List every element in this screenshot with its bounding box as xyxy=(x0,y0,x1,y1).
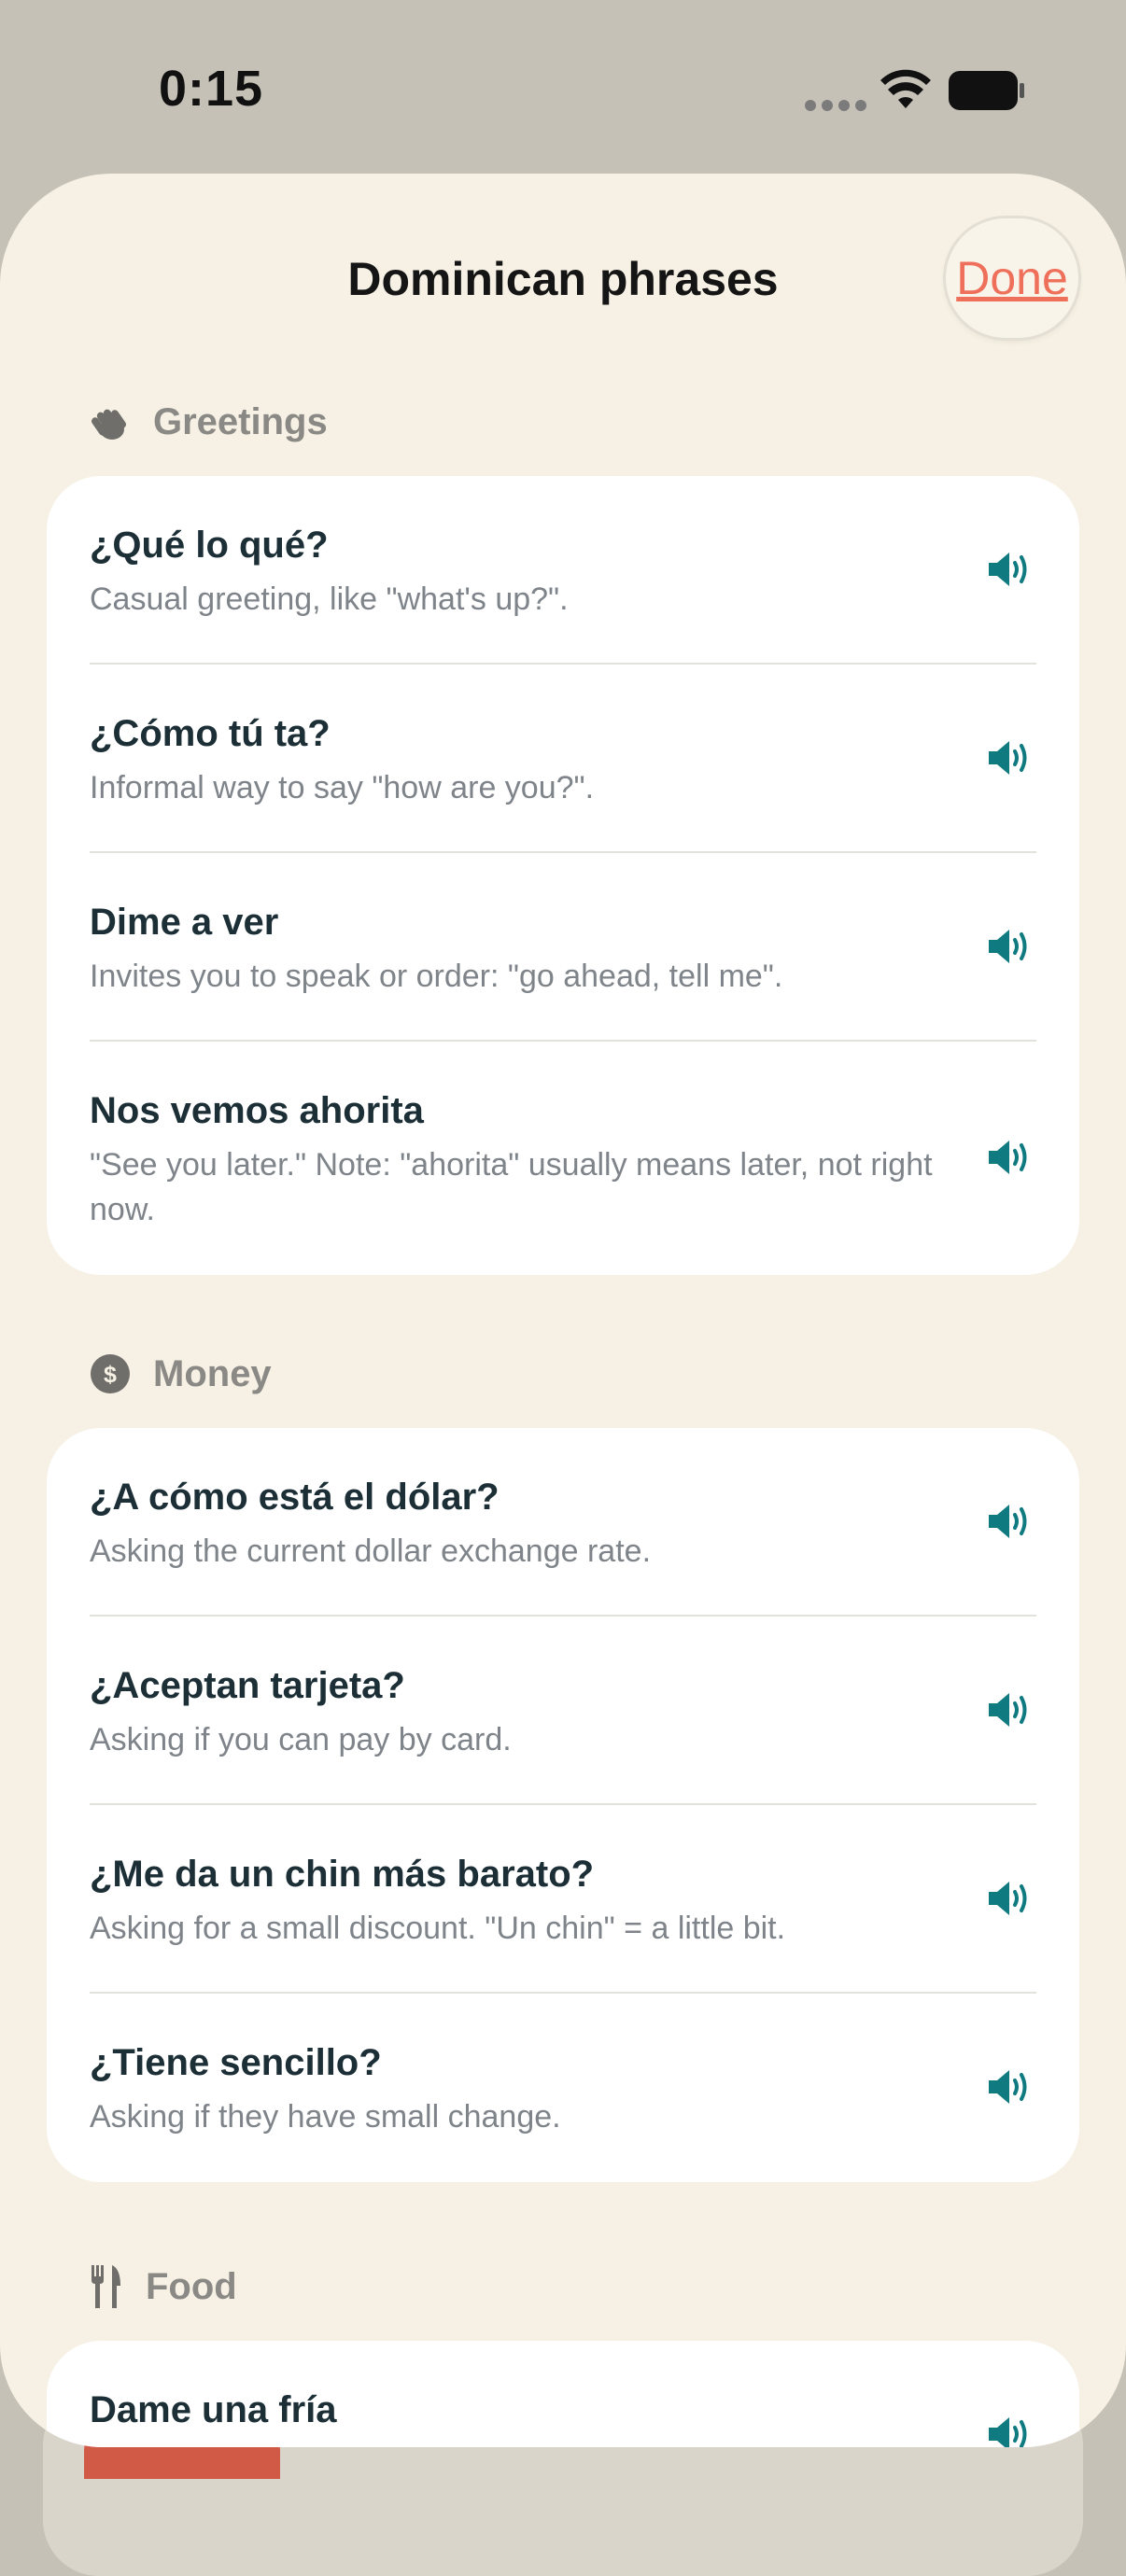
phrases-sheet: Dominican phrases Done Greetings ¿Qué lo… xyxy=(0,174,1126,2447)
play-audio-button[interactable] xyxy=(984,1131,1036,1183)
speaker-icon xyxy=(989,2070,1027,2104)
status-time: 0:15 xyxy=(159,61,264,117)
waving-hand-icon xyxy=(91,409,127,440)
phrase-text: ¿Cómo tú ta? xyxy=(90,713,331,754)
phrase-text: Nos vemos ahorita xyxy=(90,1090,424,1131)
phrase-meaning: Asking if you can pay by card. xyxy=(90,1722,512,1757)
section-title-food: Food xyxy=(146,2265,237,2307)
phrase-row: ¿Tiene sencillo? Asking if they have sma… xyxy=(47,1994,1079,2182)
money-card: ¿A cómo está el dólar? Asking the curren… xyxy=(47,1428,1079,2182)
phrase-row: Nos vemos ahorita "See you later." Note:… xyxy=(47,1042,1079,1275)
play-audio-button[interactable] xyxy=(984,1684,1036,1736)
section-title-greetings: Greetings xyxy=(153,400,328,442)
play-audio-button[interactable] xyxy=(984,920,1036,973)
phrase-text: Dime a ver xyxy=(90,902,279,943)
fork-knife-icon xyxy=(91,2265,120,2308)
phrase-meaning: Casual greeting, like "what's up?". xyxy=(90,581,569,617)
phrase-meaning: Asking for a small discount. "Un chin" =… xyxy=(90,1911,786,1946)
section-header-money: $ Money xyxy=(90,1346,272,1402)
wifi-icon xyxy=(880,69,931,108)
section-header-greetings: Greetings xyxy=(90,394,328,450)
phrase-row: Dame una fría xyxy=(47,2341,1079,2447)
phrase-row: ¿A cómo está el dólar? Asking the curren… xyxy=(47,1428,1079,1617)
food-card: Dame una fría xyxy=(47,2341,1079,2447)
phrase-text: ¿Qué lo qué? xyxy=(90,525,329,566)
play-audio-button[interactable] xyxy=(984,1495,1036,1547)
phrase-text: Dame una fría xyxy=(90,2389,337,2430)
done-button[interactable]: Done xyxy=(946,218,1078,338)
speaker-icon xyxy=(989,1141,1027,1174)
speaker-icon xyxy=(989,741,1027,775)
phrase-row: ¿Me da un chin más barato? Asking for a … xyxy=(47,1805,1079,1994)
speaker-icon xyxy=(989,2417,1027,2447)
phrase-meaning: "See you later." Note: "ahorita" usually… xyxy=(90,1147,933,1227)
phrase-row: ¿Cómo tú ta? Informal way to say "how ar… xyxy=(47,665,1079,853)
phrase-text: ¿Tiene sencillo? xyxy=(90,2042,382,2083)
play-audio-button[interactable] xyxy=(984,732,1036,784)
status-bar: 0:15 xyxy=(0,0,1126,177)
phrase-text: ¿A cómo está el dólar? xyxy=(90,1477,500,1518)
phrase-meaning: Informal way to say "how are you?". xyxy=(90,770,595,805)
phrase-row: ¿Qué lo qué? Casual greeting, like "what… xyxy=(47,476,1079,665)
play-audio-button[interactable] xyxy=(984,1872,1036,1925)
play-audio-button[interactable] xyxy=(984,543,1036,595)
section-header-food: Food xyxy=(90,2259,237,2315)
battery-icon xyxy=(949,71,1024,110)
dollar-circle-icon: $ xyxy=(91,1354,130,1393)
phrase-meaning: Invites you to speak or order: "go ahead… xyxy=(90,959,783,994)
cellular-signal-icon xyxy=(805,99,872,116)
svg-text:$: $ xyxy=(104,1362,117,1388)
phrase-meaning: Asking if they have small change. xyxy=(90,2099,561,2135)
speaker-icon xyxy=(989,930,1027,963)
phrase-row: ¿Aceptan tarjeta? Asking if you can pay … xyxy=(47,1617,1079,1805)
speaker-icon xyxy=(989,1505,1027,1538)
phrase-text: ¿Aceptan tarjeta? xyxy=(90,1665,405,1706)
phrase-meaning: Asking the current dollar exchange rate. xyxy=(90,1533,652,1569)
phrase-row: Dime a ver Invites you to speak or order… xyxy=(47,853,1079,1042)
phrase-text: ¿Me da un chin más barato? xyxy=(90,1854,595,1895)
speaker-icon xyxy=(989,1882,1027,1915)
section-title-money: Money xyxy=(153,1352,272,1394)
play-audio-button[interactable] xyxy=(984,2408,1036,2447)
play-audio-button[interactable] xyxy=(984,2061,1036,2113)
greetings-card: ¿Qué lo qué? Casual greeting, like "what… xyxy=(47,476,1079,1275)
speaker-icon xyxy=(989,553,1027,586)
speaker-icon xyxy=(989,1693,1027,1727)
